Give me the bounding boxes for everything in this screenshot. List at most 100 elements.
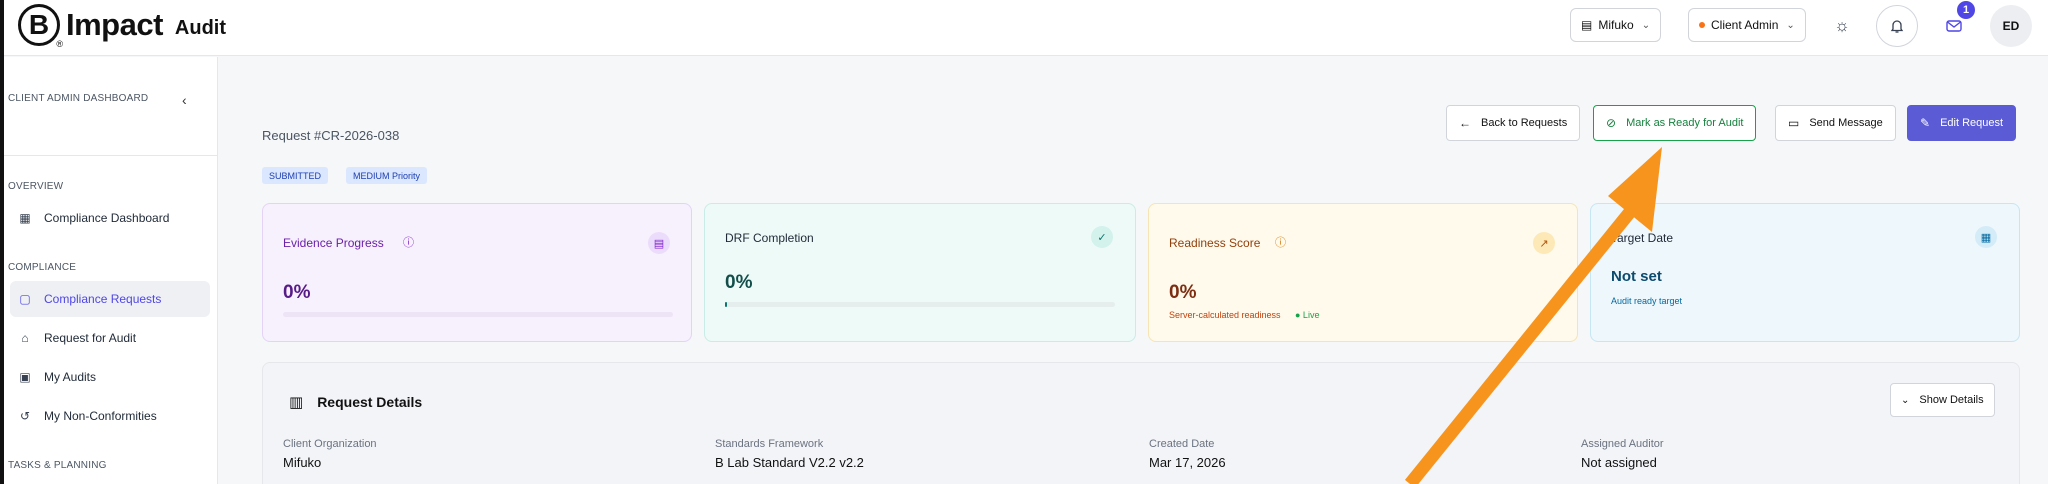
request-details-title: Request Details xyxy=(317,394,423,410)
card-value: 0% xyxy=(725,272,753,293)
mark-ready-for-audit-button[interactable]: ⊘ Mark as Ready for Audit xyxy=(1593,105,1757,141)
card-title: Readiness Score xyxy=(1169,236,1261,250)
chevron-down-icon: ⌄ xyxy=(1901,394,1910,406)
app-logo[interactable]: B ® Impact Audit xyxy=(18,4,227,49)
send-message-button[interactable]: ▭ Send Message xyxy=(1775,105,1896,141)
sidebar-item-request-for-audit[interactable]: ⌂ Request for Audit xyxy=(10,320,210,356)
field-label: Created Date xyxy=(1149,438,1215,450)
card-title: Target Date xyxy=(1611,231,1674,245)
chevron-down-icon: ⌄ xyxy=(1641,19,1651,31)
role-status-dot xyxy=(1699,22,1705,28)
drf-completion-card: DRF Completion ✓ 0% xyxy=(704,203,1136,342)
sidebar-item-my-audits[interactable]: ▣ My Audits xyxy=(10,359,210,395)
field-value: Mifuko xyxy=(283,455,322,470)
request-details-panel: ▥ Request Details ⌄ Show Details Client … xyxy=(262,362,2020,484)
back-to-requests-button[interactable]: ← Back to Requests xyxy=(1446,105,1581,141)
show-details-button[interactable]: ⌄ Show Details xyxy=(1890,383,1995,417)
sun-icon: ☼ xyxy=(1834,16,1850,35)
sidebar: CLIENT ADMIN DASHBOARD ‹ OVERVIEW ▦ Comp… xyxy=(4,57,218,484)
mail-icon xyxy=(1946,20,1962,32)
history-icon: ↺ xyxy=(19,409,31,423)
building-icon: ▥ xyxy=(289,394,304,411)
check-circle-icon: ✓ xyxy=(1091,226,1113,248)
back-to-requests-label: Back to Requests xyxy=(1481,117,1568,129)
priority-badge: MEDIUM Priority xyxy=(346,167,427,184)
field-value: B Lab Standard V2.2 v2.2 xyxy=(715,455,864,470)
sidebar-section-overview: OVERVIEW xyxy=(8,181,64,192)
document-icon: ▤ xyxy=(648,232,670,254)
messages-button[interactable]: 1 xyxy=(1933,1,1975,47)
collapse-sidebar-icon[interactable]: ‹ xyxy=(182,92,187,108)
arrow-left-icon: ← xyxy=(1459,116,1471,130)
organization-select-value: Mifuko xyxy=(1598,18,1634,32)
logo-text: Impact xyxy=(66,7,163,42)
notifications-button[interactable] xyxy=(1876,5,1918,47)
edit-request-button[interactable]: ✎ Edit Request xyxy=(1907,105,2017,141)
calendar-icon: ▦ xyxy=(1975,226,1997,248)
field-value: Mar 17, 2026 xyxy=(1149,455,1226,470)
edit-request-label: Edit Request xyxy=(1940,117,2004,129)
card-value: 0% xyxy=(283,282,311,303)
top-header: B ® Impact Audit ▤ Mifuko ⌄ Client Admin… xyxy=(4,0,2048,56)
field-label: Client Organization xyxy=(283,438,377,450)
card-value: Not set xyxy=(1611,268,1662,285)
clipboard-icon: ▣ xyxy=(19,370,31,384)
show-details-label: Show Details xyxy=(1919,394,1984,406)
sidebar-divider xyxy=(4,155,218,156)
logo-letter: B xyxy=(28,9,50,40)
card-title: Evidence Progress xyxy=(283,236,384,250)
info-icon: ⓘ xyxy=(1275,237,1286,249)
field-label: Standards Framework xyxy=(715,438,824,450)
request-title: Request #CR-2026-038 xyxy=(262,128,400,143)
bell-icon xyxy=(1890,20,1904,33)
role-select[interactable]: Client Admin ⌄ xyxy=(1688,8,1806,42)
building-icon: ⌂ xyxy=(21,331,29,345)
sidebar-item-label: My Non-Conformities xyxy=(44,409,157,423)
drf-progress-track xyxy=(725,302,1115,307)
card-title: DRF Completion xyxy=(725,231,814,245)
sidebar-item-label: My Audits xyxy=(44,370,97,384)
user-avatar[interactable]: ED xyxy=(1990,5,2032,47)
send-message-label: Send Message xyxy=(1809,117,1883,129)
sidebar-item-label: Compliance Requests xyxy=(44,292,162,306)
target-note: Audit ready target xyxy=(1611,296,1683,306)
info-icon: ⓘ xyxy=(403,237,414,249)
evidence-progress-track xyxy=(283,312,673,317)
building-icon: ▤ xyxy=(1581,18,1593,32)
sidebar-item-compliance-dashboard[interactable]: ▦ Compliance Dashboard xyxy=(10,200,210,236)
sidebar-item-label: Compliance Dashboard xyxy=(44,211,170,225)
field-value: Not assigned xyxy=(1581,455,1657,470)
mark-ready-label: Mark as Ready for Audit xyxy=(1626,117,1744,129)
status-badge: SUBMITTED xyxy=(262,167,329,184)
target-date-card: Target Date ▦ Not set Audit ready target xyxy=(1590,203,2020,342)
b-corp-logo-icon: B ® xyxy=(18,4,63,49)
document-icon: ▢ xyxy=(19,292,31,306)
message-icon: ▭ xyxy=(1788,116,1800,130)
theme-toggle-button[interactable]: ☼ xyxy=(1821,5,1863,47)
live-indicator: ● Live xyxy=(1295,310,1320,320)
check-circle-icon: ⊘ xyxy=(1606,116,1617,130)
grid-icon: ▦ xyxy=(19,211,31,225)
chevron-down-icon: ⌄ xyxy=(1786,19,1795,31)
sidebar-section-tasks: TASKS & PLANNING xyxy=(8,460,107,471)
sidebar-item-my-non-conformities[interactable]: ↺ My Non-Conformities xyxy=(10,398,210,434)
messages-count-badge: 1 xyxy=(1957,1,1975,19)
avatar-initials: ED xyxy=(2002,19,2020,33)
edit-icon: ✎ xyxy=(1920,116,1931,130)
readiness-score-card: Readiness Score ⓘ ↗ 0% Server-calculated… xyxy=(1148,203,1578,342)
drf-progress-fill xyxy=(725,302,727,307)
organization-select[interactable]: ▤ Mifuko ⌄ xyxy=(1570,8,1662,42)
field-label: Assigned Auditor xyxy=(1581,438,1664,450)
sidebar-item-label: Request for Audit xyxy=(44,331,137,345)
sidebar-section-compliance: COMPLIANCE xyxy=(8,262,77,273)
card-value: 0% xyxy=(1169,282,1197,303)
readiness-note: Server-calculated readiness xyxy=(1169,310,1281,320)
logo-registered-mark: ® xyxy=(56,39,63,49)
role-select-value: Client Admin xyxy=(1711,18,1779,32)
logo-subtitle: Audit xyxy=(174,16,227,39)
sidebar-section-dashboard: CLIENT ADMIN DASHBOARD xyxy=(8,93,149,104)
trending-up-icon: ↗ xyxy=(1533,232,1555,254)
request-details-header: ▥ Request Details xyxy=(289,393,422,411)
sidebar-item-compliance-requests[interactable]: ▢ Compliance Requests xyxy=(10,281,210,317)
evidence-progress-card: Evidence Progress ⓘ ▤ 0% xyxy=(262,203,692,342)
